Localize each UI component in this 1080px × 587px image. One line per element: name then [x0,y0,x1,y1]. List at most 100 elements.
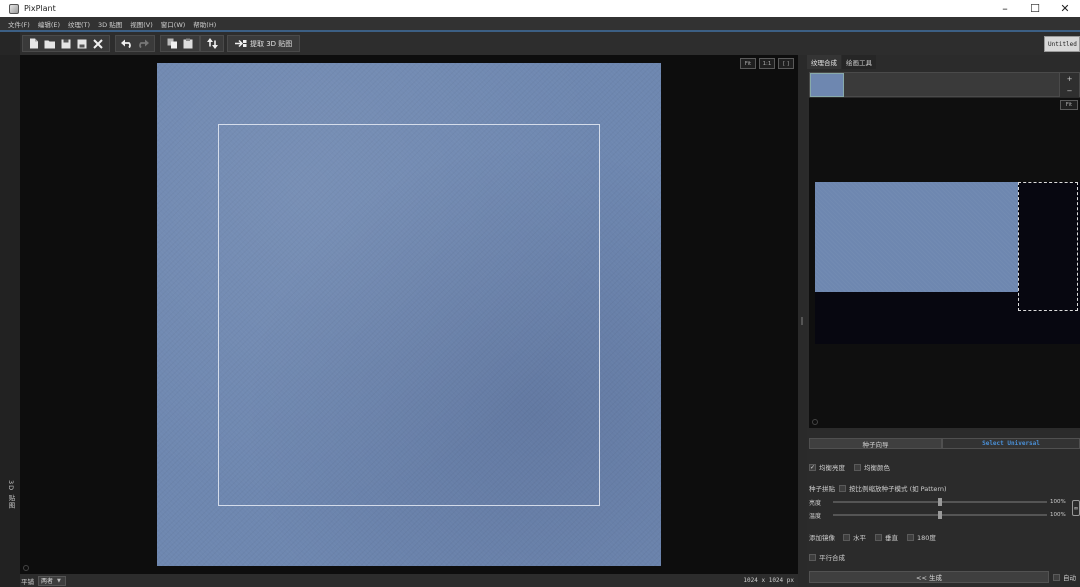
seed-thumbnail[interactable] [810,73,844,97]
menu-3d-map[interactable]: 3D 贴图 [98,19,122,29]
brightness-slider-handle[interactable] [938,498,942,506]
remove-seed-icon[interactable]: − [1067,87,1073,95]
menu-bar: 文件(F) 编辑(E) 纹理(T) 3D 贴图 视图(V) 窗口(W) 帮助(H… [0,17,1080,30]
menu-view[interactable]: 视图(V) [130,19,153,29]
pattern-mode-label: 按比例缩放种子模式 (如 Pattern) [849,485,947,493]
auto-checkbox[interactable] [1053,573,1060,581]
tab-texture-synthesis[interactable]: 纹理合成 [807,55,841,69]
synthesis-panel: 纹理合成 绘画工具 + − Fit 种子向导 Select Universal … [807,55,1080,587]
seed-selection-marquee[interactable] [1018,182,1078,311]
window-controls: – ☐ ✕ [990,0,1080,17]
toolbar: 提取 3D 贴图 Untitled [0,32,1080,55]
redo-icon[interactable] [135,36,151,51]
arrange-group [200,35,224,52]
seed-mode-buttons: 种子向导 Select Universal [809,438,1080,449]
save-icon[interactable] [58,36,74,51]
seed-preview[interactable]: Fit [809,98,1080,428]
menu-window[interactable]: 窗口(W) [161,19,186,29]
seed-thumbnail-strip: + − [809,72,1080,97]
balance-color-label: 均衡颜色 [864,464,890,472]
3d-map-dock-label[interactable]: 3D 贴图 [4,480,16,509]
menu-texture[interactable]: 纹理(T) [68,19,90,29]
balance-options: ✓ 均衡亮度 均衡颜色 [809,462,899,472]
undo-icon[interactable] [119,36,135,51]
generate-button[interactable]: << 生成 [809,571,1049,583]
sort-arrows-icon[interactable] [204,36,220,51]
new-file-icon[interactable] [26,36,42,51]
view-buttons: Fit 1:1 [ ] [740,58,794,69]
menu-edit[interactable]: 编辑(E) [38,19,60,29]
brightness-value: 100% [1050,499,1066,505]
mirror-horizontal-checkbox[interactable] [843,533,850,541]
canvas-corner-icon [23,565,29,571]
undo-redo-group [115,35,155,52]
brightness-label: 亮度 [809,499,822,507]
toolbar-handle [0,32,20,55]
paste-icon[interactable] [180,36,196,51]
seed-guide-button[interactable]: 种子向导 [809,438,942,449]
preview-texture [815,182,1018,292]
extract-3d-group: 提取 3D 贴图 [227,35,301,52]
parallel-synthesis-checkbox[interactable] [809,553,816,561]
balance-color-checkbox[interactable] [854,463,861,471]
rotate-180-checkbox[interactable] [907,533,914,541]
title-bar: PixPlant – ☐ ✕ [0,0,1080,17]
left-dock-strip: 3D 贴图 [0,55,20,587]
add-seed-icon[interactable]: + [1067,75,1073,83]
select-universal-button[interactable]: Select Universal [942,438,1080,449]
brightness-slider[interactable] [833,498,1047,506]
actual-size-button[interactable]: 1:1 [759,58,775,69]
status-bar: 平铺 两者 ▼ 1024 x 1024 px [20,574,798,587]
menu-file[interactable]: 文件(F) [8,19,30,29]
temperature-slider[interactable] [833,511,1047,519]
document-tab[interactable]: Untitled [1044,36,1080,52]
pattern-mode-checkbox[interactable] [839,484,846,492]
temperature-slider-handle[interactable] [938,511,942,519]
tile-mode-value: 两者 [41,578,54,585]
tile-boundary-frame [218,124,600,506]
splitter-grip-icon [801,317,803,325]
clipboard-group [160,35,200,52]
file-tools-group [22,35,110,52]
fullscreen-button[interactable]: [ ] [778,58,794,69]
save-as-icon[interactable] [74,36,90,51]
mirror-vertical-checkbox[interactable] [875,533,882,541]
menu-help[interactable]: 帮助(H) [193,19,216,29]
close-document-icon[interactable] [90,36,106,51]
rotate-180-label: 180度 [917,534,936,542]
panel-splitter[interactable] [798,55,807,587]
main-canvas[interactable]: Fit 1:1 [ ] [20,55,798,574]
parallel-synthesis-label: 平行合成 [819,554,845,562]
extract-3d-map-button[interactable]: 提取 3D 贴图 [231,39,296,49]
panel-tabs: 纹理合成 绘画工具 [807,55,1080,69]
seed-tile-options: 种子拼贴 按比例缩放种子模式 (如 Pattern) [809,483,956,493]
close-button[interactable]: ✕ [1050,0,1080,17]
preview-fit-button[interactable]: Fit [1060,100,1078,110]
balance-brightness-checkbox[interactable]: ✓ [809,463,816,471]
fit-view-button[interactable]: Fit [740,58,756,69]
minimize-button[interactable]: – [990,0,1020,17]
tab-paint-tools[interactable]: 绘画工具 [842,55,876,69]
brightness-slider-row: 亮度 100% [809,497,1080,507]
tile-label: 平铺 [21,577,34,586]
maximize-button[interactable]: ☐ [1020,0,1050,17]
extract-3d-map-label: 提取 3D 贴图 [250,39,293,48]
thumbnail-controls: + − [1059,73,1079,97]
chevron-down-icon: ▼ [57,577,61,584]
app-icon [9,3,19,14]
tile-mode-select[interactable]: 两者 ▼ [38,575,66,586]
extract-arrow-icon [235,39,247,48]
texture-image[interactable] [157,63,661,566]
copy-icon[interactable] [164,36,180,51]
temperature-value: 100% [1050,512,1066,518]
balance-brightness-label: 均衡亮度 [819,464,845,472]
mirror-horizontal-label: 水平 [853,534,866,542]
add-mirror-label: 添加镜像 [809,534,835,542]
link-sliders-icon[interactable]: ∞ [1072,500,1080,516]
image-size-readout: 1024 x 1024 px [743,577,794,584]
mirror-options: 添加镜像 水平 垂直 180度 [809,532,945,542]
mirror-vertical-label: 垂直 [885,534,898,542]
window-title: PixPlant [24,4,56,13]
seed-tile-label: 种子拼贴 [809,485,835,493]
open-folder-icon[interactable] [42,36,58,51]
